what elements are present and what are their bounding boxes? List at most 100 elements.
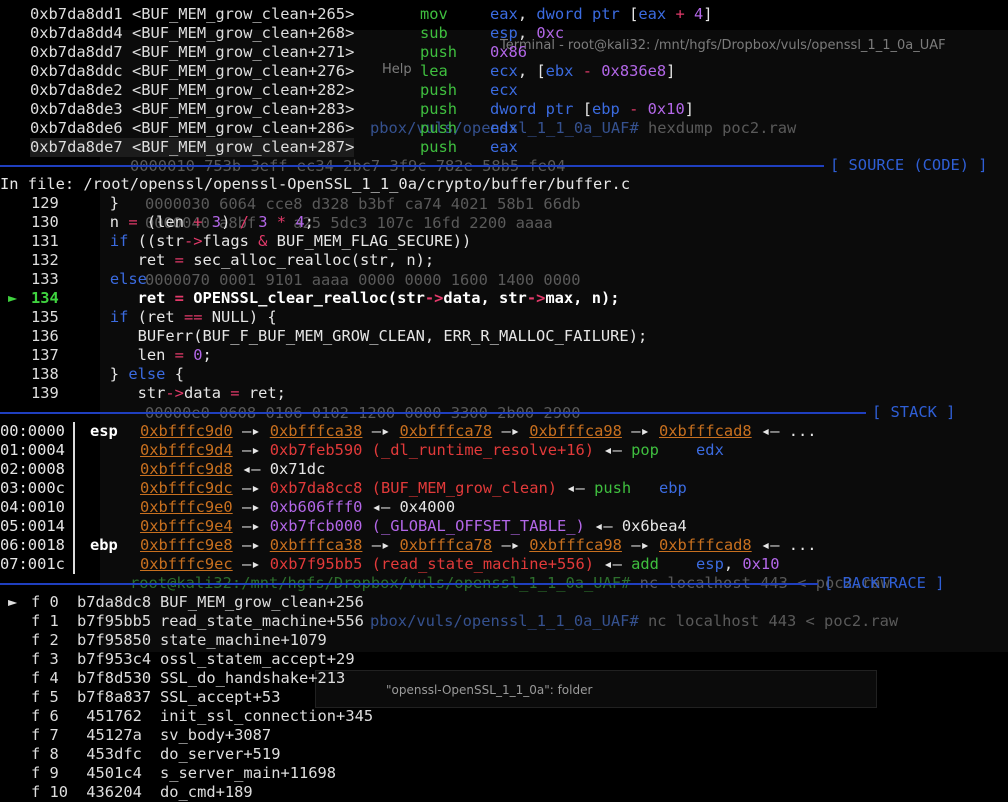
instruction-mnemonic: lea [420, 62, 448, 80]
token-op: * [276, 213, 287, 231]
token-txt: ((str [128, 232, 184, 250]
token-reg: dword [490, 100, 537, 118]
instruction-symbol: <BUF_MEM_grow_clean+283> [131, 100, 355, 118]
instruction-operands: eax, dword ptr [eax + 4] [490, 5, 713, 24]
stack-entry[interactable]: 02:0008 0xbfffc9d8 ◂— 0x71dc [0, 460, 325, 479]
source-line-code: n = (len + 3) / 3 * 4; [82, 213, 314, 232]
instruction-symbol: <BUF_MEM_grow_clean+287> [131, 138, 355, 156]
disasm-instruction[interactable]: 0xb7da8dd1 <BUF_MEM_grow_clean+265> mov ea… [30, 5, 713, 24]
token-stk: 0xbfffca38 [269, 422, 363, 440]
token-txt: —▸ [362, 422, 400, 440]
backtrace-frame-number: f 6 [31, 707, 59, 725]
stack-value-chain: 0xbfffc9dc —▸ 0xb7da8cc8 (BUF_MEM_grow_c… [140, 479, 687, 498]
token-txt: , [ [517, 62, 546, 80]
token-txt: —▸ [232, 517, 270, 535]
token-op: = [174, 251, 184, 269]
token-reg: dword [536, 5, 583, 23]
stack-divider [73, 422, 75, 441]
token-txt: , [517, 5, 537, 23]
background-hexdump-line: 0000070 0001 9101 aaaa 0000 0000 1600 14… [145, 271, 581, 289]
token-op: -> [183, 232, 203, 250]
token-stk: 0xbfffc9ec [140, 555, 233, 573]
backtrace-address: b7f95bb5 [77, 612, 152, 630]
token-stk: 0xbfffcad8 [659, 536, 752, 554]
token-kw: else [128, 365, 166, 383]
stack-value-chain: 0xbfffc9e8 —▸ 0xbfffca38 —▸ 0xbfffca78 —… [140, 536, 817, 555]
backtrace-symbol: do_cmd+189 [160, 783, 253, 801]
stack-entry[interactable]: 07:001c 0xbfffc9ec —▸ 0xb7f95bb5 (read_st… [0, 555, 779, 574]
background-prompt-nc: pbox/vuls/openssl_1_1_0a_UAF# nc localho… [370, 612, 899, 630]
source-line-number: 133 [31, 270, 59, 288]
stack-divider [73, 441, 75, 460]
background-folder-status: "openssl-OpenSSL_1_1_0a": folder [386, 683, 593, 697]
token-stk: 0xbfffca98 [529, 422, 622, 440]
stack-divider [73, 555, 75, 574]
backtrace-address: b7f8d530 [77, 669, 152, 687]
instruction-symbol: <BUF_MEM_grow_clean+265> [131, 5, 355, 23]
stack-offset: 01:0004 [0, 441, 65, 459]
token-stk: 0xbfffc9e4 [140, 517, 233, 535]
disasm-instruction[interactable]: 0xb7da8de3 <BUF_MEM_grow_clean+283> push d… [30, 100, 694, 119]
token-mn: push [594, 479, 632, 497]
token-txt: data [183, 384, 231, 402]
stack-divider [73, 460, 75, 479]
source-line-number: 135 [31, 308, 59, 326]
stack-entry[interactable]: 01:0004 0xbfffc9d4 —▸ 0xb7feb590 (_dl_run… [0, 441, 724, 460]
token-num: 3 [211, 213, 222, 231]
token-txt: BUFerr(BUF_F_BUF_MEM_GROW_CLEAN, ERR_R_M… [82, 327, 648, 345]
token-reg: ebp [658, 479, 687, 497]
backtrace-frame-number: f 9 [31, 764, 59, 782]
token-txt: ; [304, 213, 314, 231]
instruction-operands: eax [490, 138, 518, 157]
backtrace-address: b7da8dc8 [77, 593, 152, 611]
instruction-address: 0xb7da8de7 [30, 138, 123, 156]
token-txt: ] [703, 5, 713, 23]
stack-entry[interactable]: 03:000c 0xbfffc9dc —▸ 0xb7da8cc8 (BUF_MEM… [0, 479, 687, 498]
token-code: 0xb7feb590 (_dl_runtime_resolve+16) [269, 441, 595, 459]
stack-entry[interactable]: 05:0014 0xbfffc9e4 —▸ 0xb7fcb000 (_GLOBAL… [0, 517, 687, 536]
token-txt: BUF_MEM_FLAG_SECURE)) [267, 232, 472, 250]
disasm-instruction[interactable]: 0xb7da8dd7 <BUF_MEM_grow_clean+271> push 0… [30, 43, 527, 62]
token-txt: ret [82, 251, 175, 269]
backtrace-frame-number: f 1 [31, 612, 59, 630]
source-line-code: else [82, 270, 147, 289]
backtrace-symbol: ossl_statem_accept+29 [160, 650, 355, 668]
instruction-address: 0xb7da8dd4 [30, 24, 123, 42]
token-reg: ptr [545, 100, 574, 118]
token-stk: 0xbfffc9d4 [140, 441, 233, 459]
instruction-operands: dword ptr [ebp - 0x10] [490, 100, 694, 119]
stack-divider [73, 479, 75, 498]
source-line-number: 132 [31, 251, 59, 269]
backtrace-address: 436204 [77, 783, 142, 801]
stack-entry[interactable]: 06:0018 ebp 0xbfffc9e8 —▸ 0xbfffca38 —▸ 0x… [0, 536, 817, 555]
backtrace-symbol: state_machine+1079 [160, 631, 327, 649]
backtrace-address: b7f8a837 [77, 688, 152, 706]
backtrace-symbol: read_state_machine+556 [160, 612, 364, 630]
current-line-marker: ► [8, 289, 18, 307]
disasm-instruction[interactable]: 0xb7da8de7 <BUF_MEM_grow_clean+287> push e… [30, 138, 518, 157]
token-code: 0xb7f95bb5 (read_state_machine+556) [269, 555, 595, 573]
stack-entry[interactable]: 00:0000 esp 0xbfffc9d0 —▸ 0xbfffca38 —▸ 0x… [0, 422, 817, 441]
source-line-number: 136 [31, 327, 59, 345]
instruction-mnemonic: push [420, 119, 458, 137]
stack-value-chain: 0xbfffc9d4 —▸ 0xb7feb590 (_dl_runtime_re… [140, 441, 724, 460]
token-txt: —▸ [232, 479, 270, 497]
instruction-mnemonic: sub [420, 24, 448, 42]
token-stk: 0xbfffc9d0 [140, 422, 233, 440]
token-txt: data, str [443, 289, 527, 307]
disasm-instruction[interactable]: 0xb7da8de6 <BUF_MEM_grow_clean+286> push e… [30, 119, 518, 138]
instruction-operands: ecx [490, 81, 518, 100]
disasm-instruction[interactable]: 0xb7da8de2 <BUF_MEM_grow_clean+282> push e… [30, 81, 518, 100]
token-txt: ◂— 0x71dc [232, 460, 326, 478]
disasm-instruction[interactable]: 0xb7da8ddc <BUF_MEM_grow_clean+276> lea ec… [30, 62, 675, 81]
source-line-code: BUFerr(BUF_F_BUF_MEM_GROW_CLEAN, ERR_R_M… [82, 327, 648, 346]
disasm-instruction[interactable]: 0xb7da8dd4 <BUF_MEM_grow_clean+268> sub es… [30, 24, 564, 43]
stack-entry[interactable]: 04:0010 0xbfffc9e0 —▸ 0xb606fff0 ◂— 0x400… [0, 498, 455, 517]
